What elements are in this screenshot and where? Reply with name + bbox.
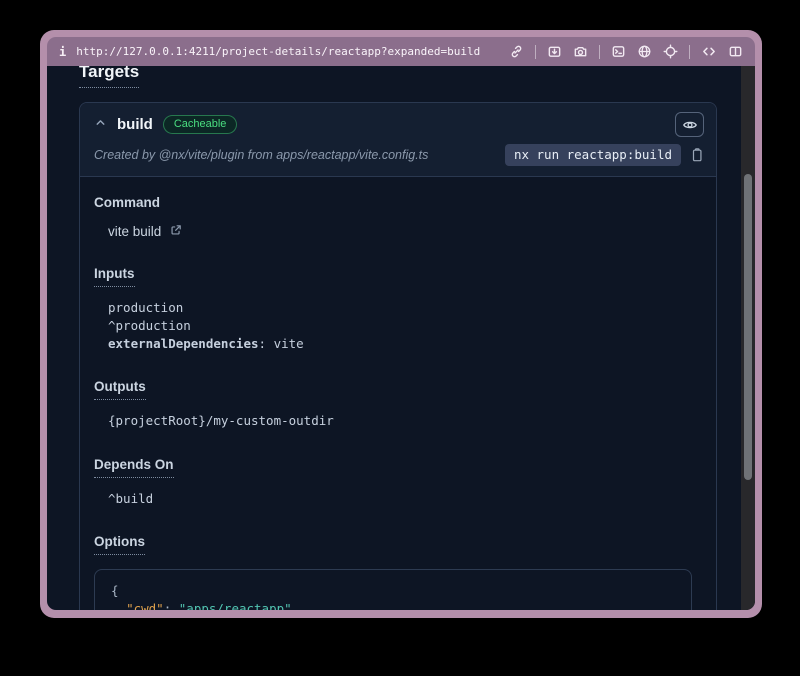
options-section: Options { "cwd": "apps/reactapp"}: [94, 534, 692, 610]
globe-icon[interactable]: [637, 44, 652, 59]
command-value: vite build: [108, 224, 161, 239]
info-icon: i: [59, 45, 66, 59]
browser-topbar: i http://127.0.0.1:4211/project-details/…: [47, 37, 755, 66]
outputs-label: Outputs: [94, 379, 692, 400]
inputs-list: production^productionexternalDependencie…: [108, 299, 692, 353]
json-line: "cwd": "apps/reactapp": [111, 600, 675, 610]
scrollbar-track[interactable]: [741, 66, 755, 610]
input-item: externalDependencies: vite: [108, 335, 692, 353]
command-section: Command vite build: [94, 195, 692, 240]
options-json-block: { "cwd": "apps/reactapp"}: [94, 569, 692, 610]
external-link-icon[interactable]: [169, 223, 183, 240]
copy-icon[interactable]: [690, 147, 704, 163]
json-line: {: [111, 582, 675, 600]
input-item: ^production: [108, 317, 692, 335]
build-header-row[interactable]: build Cacheable: [80, 103, 716, 140]
browser-window: i http://127.0.0.1:4211/project-details/…: [40, 30, 762, 618]
command-label: Command: [94, 195, 692, 210]
depends-on-label: Depends On: [94, 457, 692, 478]
topbar-separator: [689, 45, 690, 59]
download-icon[interactable]: [547, 44, 562, 59]
target-name: build: [117, 116, 153, 133]
crosshair-icon[interactable]: [663, 44, 678, 59]
camera-icon[interactable]: [573, 44, 588, 59]
options-label: Options: [94, 534, 692, 555]
build-card-body: Command vite build: [80, 177, 716, 610]
link-icon[interactable]: [509, 44, 524, 59]
build-card-header: build Cacheable Created by @n: [80, 103, 716, 177]
outputs-section: Outputs {projectRoot}/my-custom-outdir: [94, 379, 692, 430]
columns-icon[interactable]: [728, 44, 743, 59]
depends-on-value: ^build: [108, 490, 692, 508]
scrollbar-thumb[interactable]: [744, 174, 752, 480]
topbar-separator: [599, 45, 600, 59]
depends-on-section: Depends On ^build: [94, 457, 692, 508]
build-header-subrow: Created by @nx/vite/plugin from apps/rea…: [80, 140, 716, 176]
outputs-value: {projectRoot}/my-custom-outdir: [108, 412, 692, 430]
topbar-separator: [535, 45, 536, 59]
url-bar[interactable]: http://127.0.0.1:4211/project-details/re…: [76, 45, 480, 58]
created-by-text: Created by @nx/vite/plugin from apps/rea…: [94, 148, 428, 162]
inputs-label: Inputs: [94, 266, 692, 287]
code-icon[interactable]: [701, 44, 717, 59]
json-key: "cwd": [126, 601, 164, 610]
cacheable-badge: Cacheable: [163, 115, 238, 134]
input-item: production: [108, 299, 692, 317]
page-title: Targets: [79, 66, 717, 88]
run-command-chip: nx run reactapp:build: [505, 144, 681, 166]
target-card-build: build Cacheable Created by @n: [79, 102, 717, 610]
view-target-button[interactable]: [675, 112, 704, 137]
chevron-up-icon[interactable]: [94, 116, 107, 134]
terminal-icon[interactable]: [611, 44, 626, 59]
json-value: "apps/reactapp": [179, 601, 292, 610]
page-viewport: Targets build Cacheable: [47, 66, 755, 610]
inputs-section: Inputs production^productionexternalDepe…: [94, 266, 692, 353]
